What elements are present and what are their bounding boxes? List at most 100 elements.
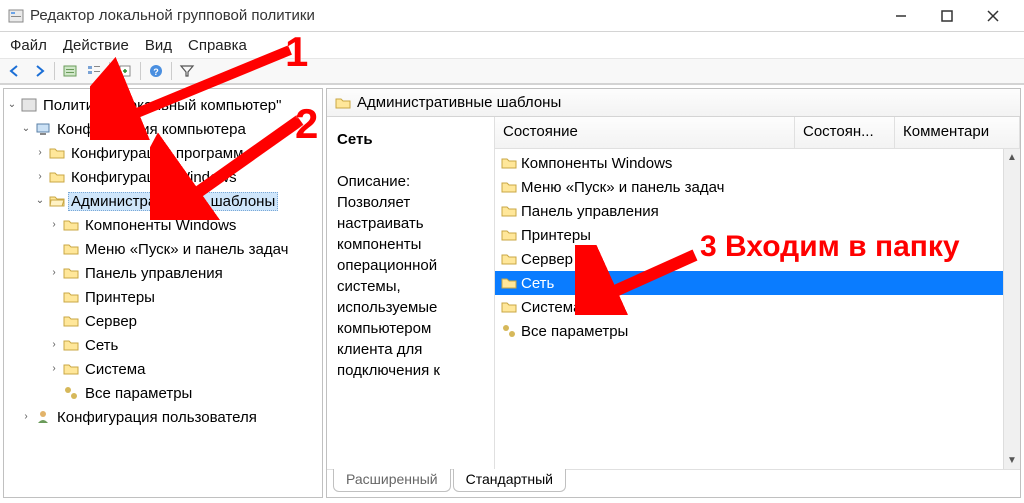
tree-network[interactable]: › Сеть — [6, 333, 320, 357]
chevron-down-icon[interactable]: ⌄ — [34, 195, 46, 207]
list-label: Панель управления — [521, 203, 659, 220]
column-header-comment[interactable]: Комментари — [895, 117, 1020, 148]
policy-icon — [21, 97, 37, 113]
help-icon[interactable]: ? — [145, 60, 167, 82]
toolbar-separator — [54, 62, 55, 80]
toolbar: ? — [0, 58, 1024, 84]
description-column: Сеть Описание: Позволяет настраивать ком… — [327, 117, 495, 469]
scrollbar[interactable]: ▲ ▼ — [1003, 149, 1020, 469]
menu-file[interactable]: Файл — [10, 37, 47, 54]
list-label: Сервер — [521, 251, 573, 268]
menu-help[interactable]: Справка — [188, 37, 247, 54]
chevron-right-icon[interactable]: › — [34, 147, 46, 159]
export-icon[interactable] — [114, 60, 136, 82]
tab-standard[interactable]: Стандартный — [453, 469, 566, 492]
tree-admin-templates[interactable]: ⌄ Административные шаблоны — [6, 189, 320, 213]
tree-label: Система — [82, 361, 148, 378]
tree-printers[interactable]: Принтеры — [6, 285, 320, 309]
list-item-network[interactable]: Сеть — [495, 271, 1020, 295]
right-body: Сеть Описание: Позволяет настраивать ком… — [327, 117, 1020, 469]
folder-icon — [501, 299, 517, 315]
main-area: ⌄ Политика "Локальный компьютер" ⌄ Конфи… — [0, 84, 1024, 501]
folder-icon — [63, 361, 79, 377]
properties-icon[interactable] — [59, 60, 81, 82]
tree-label: Меню «Пуск» и панель задач — [82, 241, 291, 258]
tree-server[interactable]: Сервер — [6, 309, 320, 333]
tree-root[interactable]: ⌄ Политика "Локальный компьютер" — [6, 93, 320, 117]
tree-components[interactable]: › Компоненты Windows — [6, 213, 320, 237]
chevron-right-icon[interactable]: › — [48, 219, 60, 231]
minimize-button[interactable] — [878, 1, 924, 31]
right-panel: Административные шаблоны Сеть Описание: … — [326, 88, 1021, 498]
tree-windows-config[interactable]: › Конфигурация Windows — [6, 165, 320, 189]
list-body: Компоненты Windows Меню «Пуск» и панель … — [495, 149, 1020, 345]
tree-all-settings[interactable]: Все параметры — [6, 381, 320, 405]
forward-button[interactable] — [28, 60, 50, 82]
filter-icon[interactable] — [176, 60, 198, 82]
column-header-status[interactable]: Состояние — [495, 117, 795, 148]
tree-label: Сервер — [82, 313, 140, 330]
tree-start-menu[interactable]: Меню «Пуск» и панель задач — [6, 237, 320, 261]
svg-text:?: ? — [153, 67, 159, 77]
folder-icon — [63, 265, 79, 281]
maximize-button[interactable] — [924, 1, 970, 31]
tree-label: Административные шаблоны — [68, 192, 278, 211]
user-icon — [35, 409, 51, 425]
tab-extended[interactable]: Расширенный — [333, 469, 451, 492]
folder-icon — [501, 227, 517, 243]
toolbar-separator — [171, 62, 172, 80]
list-item-server[interactable]: Сервер — [495, 247, 1020, 271]
folder-icon — [63, 337, 79, 353]
list-item-components[interactable]: Компоненты Windows — [495, 151, 1020, 175]
chevron-right-icon[interactable]: › — [20, 411, 32, 423]
list-item-control-panel[interactable]: Панель управления — [495, 199, 1020, 223]
tree-label: Панель управления — [82, 265, 226, 282]
chevron-right-icon[interactable]: › — [48, 363, 60, 375]
scroll-down-icon[interactable]: ▼ — [1004, 452, 1020, 469]
list-headers: Состояние Состоян... Комментари — [495, 117, 1020, 149]
list-item-printers[interactable]: Принтеры — [495, 223, 1020, 247]
chevron-right-icon[interactable]: › — [34, 171, 46, 183]
settings-icon — [501, 323, 517, 339]
scroll-up-icon[interactable]: ▲ — [1004, 149, 1020, 166]
spacer — [48, 315, 60, 327]
column-header-state[interactable]: Состоян... — [795, 117, 895, 148]
chevron-right-icon[interactable]: › — [48, 267, 60, 279]
toolbar-separator — [109, 62, 110, 80]
chevron-down-icon[interactable]: ⌄ — [6, 99, 18, 111]
list-label: Все параметры — [521, 323, 628, 340]
tree-control-panel[interactable]: › Панель управления — [6, 261, 320, 285]
list-item-start-menu[interactable]: Меню «Пуск» и панель задач — [495, 175, 1020, 199]
close-button[interactable] — [970, 1, 1016, 31]
folder-icon — [49, 145, 65, 161]
tab-strip: Расширенный Стандартный — [327, 469, 1020, 497]
folder-icon — [501, 155, 517, 171]
tree-panel[interactable]: ⌄ Политика "Локальный компьютер" ⌄ Конфи… — [3, 88, 323, 498]
menu-action[interactable]: Действие — [63, 37, 129, 54]
desc-text: Позволяет настраивать компоненты операци… — [337, 192, 484, 381]
tree-system[interactable]: › Система — [6, 357, 320, 381]
back-button[interactable] — [4, 60, 26, 82]
folder-icon — [63, 289, 79, 305]
tree-label: Все параметры — [82, 385, 195, 402]
tree-label: Конфигурация Windows — [68, 169, 240, 186]
chevron-right-icon[interactable]: › — [48, 339, 60, 351]
titlebar: Редактор локальной групповой политики — [0, 0, 1024, 32]
tree-program-config[interactable]: › Конфигурация программ — [6, 141, 320, 165]
list-icon[interactable] — [83, 60, 105, 82]
tree-computer-config[interactable]: ⌄ Конфигурация компьютера — [6, 117, 320, 141]
list-item-system[interactable]: Система — [495, 295, 1020, 319]
toolbar-separator — [140, 62, 141, 80]
menu-view[interactable]: Вид — [145, 37, 172, 54]
list-label: Принтеры — [521, 227, 591, 244]
chevron-down-icon[interactable]: ⌄ — [20, 123, 32, 135]
tree-label: Политика "Локальный компьютер" — [40, 97, 284, 114]
list-label: Меню «Пуск» и панель задач — [521, 179, 724, 196]
list-item-all-settings[interactable]: Все параметры — [495, 319, 1020, 343]
settings-icon — [63, 385, 79, 401]
tree-user-config[interactable]: › Конфигурация пользователя — [6, 405, 320, 429]
list-label: Сеть — [521, 275, 554, 292]
desc-label: Описание: — [337, 173, 484, 190]
list-label: Компоненты Windows — [521, 155, 672, 172]
tree-label: Сеть — [82, 337, 121, 354]
